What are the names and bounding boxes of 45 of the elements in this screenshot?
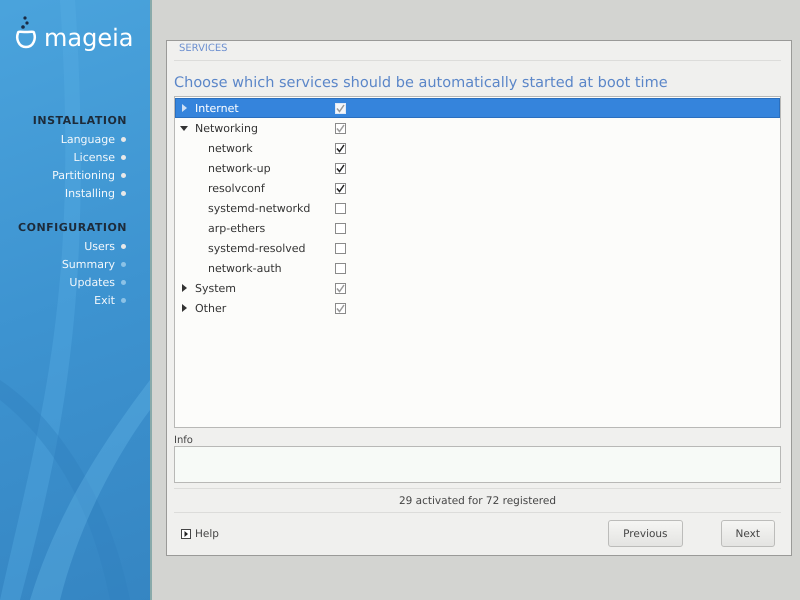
tree-row[interactable]: network-auth	[175, 258, 780, 278]
step-label: Partitioning	[52, 168, 115, 182]
collapsed-arrow-icon[interactable]	[180, 284, 188, 292]
info-label: Info	[174, 435, 194, 446]
expand-icon	[181, 528, 191, 538]
step-label: Language	[60, 132, 115, 146]
step-label: Summary	[62, 258, 115, 270]
checkbox[interactable]	[335, 162, 346, 174]
section-title: CONFIGURATION	[17, 221, 128, 234]
checkbox[interactable]	[335, 282, 346, 294]
previous-button[interactable]: Previous	[608, 520, 683, 547]
tree-row[interactable]: resolvconf	[175, 178, 780, 198]
tree-row[interactable]: Other	[175, 298, 780, 318]
checkbox[interactable]	[335, 142, 346, 154]
step-label: Exit	[94, 294, 115, 306]
help-button[interactable]: Help	[174, 528, 219, 540]
tree-row[interactable]: Internet	[175, 98, 780, 118]
checkbox[interactable]	[335, 302, 346, 314]
checkbox[interactable]	[335, 122, 346, 134]
tree-row[interactable]: System	[175, 278, 780, 298]
section-title: INSTALLATION	[32, 114, 128, 127]
logo-icon	[14, 16, 38, 50]
tree-row[interactable]: systemd-networkd	[175, 198, 780, 218]
status-text: 29 activated for 72 registered	[174, 488, 781, 513]
heading: Choose which services should be automatically started at boot time	[174, 75, 669, 91]
tree-row[interactable]: arp-ethers	[175, 218, 780, 238]
logo-text: mageia	[44, 26, 134, 50]
checkbox[interactable]	[335, 182, 346, 194]
checkbox[interactable]	[335, 102, 346, 114]
checkbox[interactable]	[335, 242, 346, 254]
tree-row[interactable]: network-up	[175, 158, 780, 178]
tree-row[interactable]: Networking	[175, 118, 780, 138]
checkbox[interactable]	[335, 262, 346, 274]
step-label: Updates	[69, 276, 115, 288]
collapsed-arrow-icon[interactable]	[180, 304, 188, 312]
step-label: Installing	[64, 186, 115, 200]
expanded-arrow-icon[interactable]	[180, 124, 188, 132]
checkbox[interactable]	[335, 222, 346, 234]
next-button[interactable]: Next	[720, 520, 775, 547]
section-title: SERVICES	[174, 41, 781, 61]
tree-row[interactable]: network	[175, 138, 780, 158]
step-label: License	[74, 150, 115, 164]
step-label: Users	[84, 240, 115, 252]
checkbox[interactable]	[335, 202, 346, 214]
tree-row[interactable]: systemd-resolved	[175, 238, 780, 258]
